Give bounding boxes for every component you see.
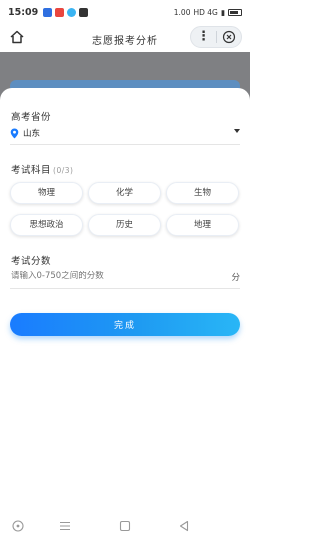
subjects-label-text: 考试科目 <box>11 165 52 176</box>
score-unit: 分 <box>231 273 240 283</box>
notification-app-icon <box>79 7 89 17</box>
accessibility-icon[interactable] <box>11 519 25 533</box>
signal-icon: ▮ <box>220 7 225 17</box>
capsule-menu: ⋮ <box>190 26 242 48</box>
network-speed: 1.00 <box>173 7 191 17</box>
divider <box>10 144 240 145</box>
status-right: 1.00 HD 4G ▮ <box>174 8 242 17</box>
divider <box>10 288 240 289</box>
chevron-down-icon <box>234 129 240 133</box>
subject-chip-physics[interactable]: 物理 <box>10 182 83 204</box>
more-icon[interactable]: ⋮ <box>191 27 216 47</box>
notification-icons <box>43 7 89 17</box>
submit-button[interactable]: 完成 <box>10 313 240 336</box>
notification-app-icon <box>55 7 65 17</box>
battery-icon <box>228 8 242 16</box>
province-select[interactable]: 山东 <box>10 126 240 140</box>
province-label: 高考省份 <box>11 112 52 123</box>
subjects-label: 考试科目 (0/3) <box>11 162 73 176</box>
subject-chip-biology[interactable]: 生物 <box>166 182 239 204</box>
score-label: 考试分数 <box>11 256 52 267</box>
recent-apps-icon[interactable] <box>118 519 132 533</box>
location-pin-icon <box>10 128 19 138</box>
back-icon[interactable] <box>177 519 191 533</box>
menu-icon[interactable] <box>58 519 72 533</box>
subject-chip-politics[interactable]: 思想政治 <box>10 214 83 236</box>
status-time: 15:09 <box>8 6 39 18</box>
signal-indicator: HD 4G <box>193 7 218 17</box>
subject-chip-geography[interactable]: 地理 <box>166 214 239 236</box>
notification-app-icon <box>67 7 77 17</box>
system-nav-bar <box>0 510 250 542</box>
notification-app-icon <box>43 7 53 17</box>
score-input[interactable] <box>11 271 226 281</box>
province-value: 山东 <box>23 129 41 139</box>
bottom-sheet <box>0 88 250 500</box>
status-bar: 15:09 1.00 HD 4G ▮ <box>0 0 250 24</box>
subjects-count: (0/3) <box>53 166 74 175</box>
close-icon[interactable] <box>217 30 241 44</box>
subject-chip-history[interactable]: 历史 <box>88 214 161 236</box>
page-header: 志愿报考分析 ⋮ <box>0 24 250 52</box>
subject-chip-chemistry[interactable]: 化学 <box>88 182 161 204</box>
